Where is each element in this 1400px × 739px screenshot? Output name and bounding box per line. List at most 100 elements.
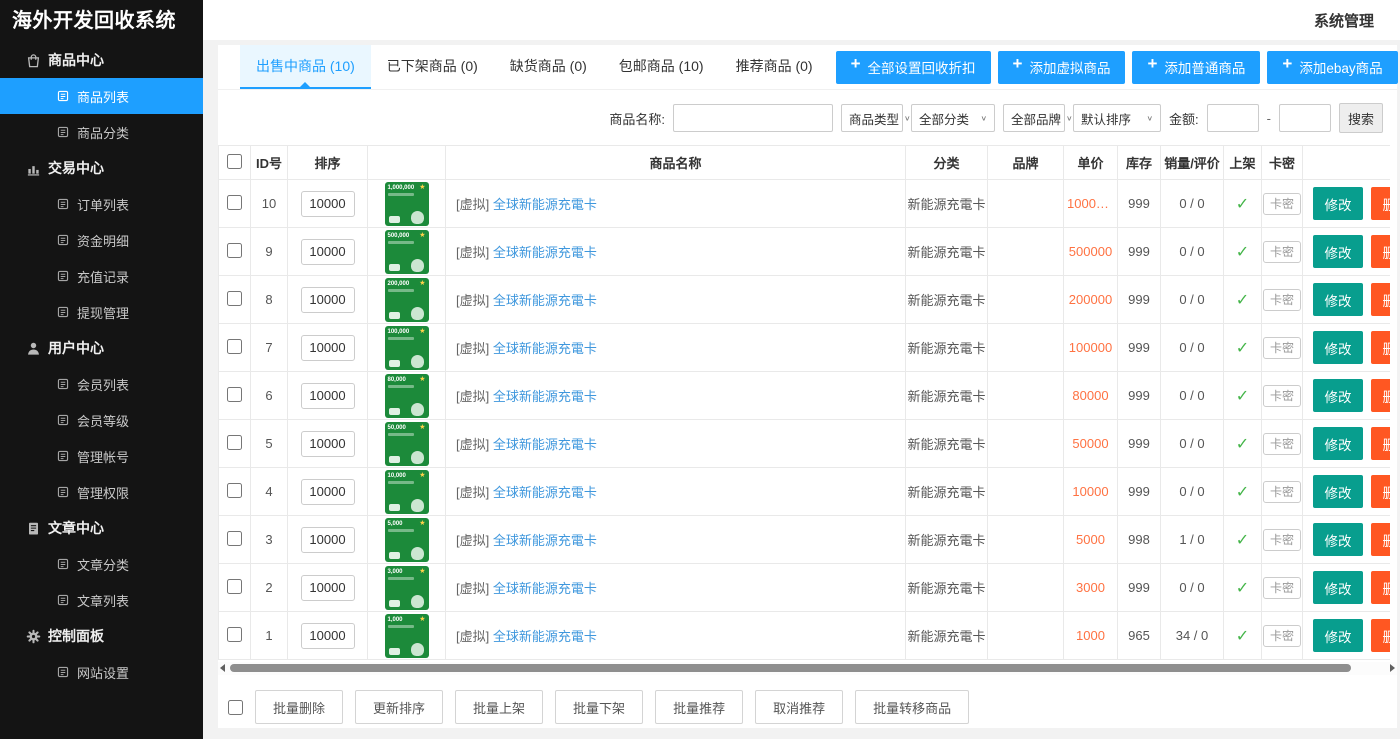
edit-button[interactable]: 修改 [1313, 619, 1363, 652]
brand-select[interactable]: 全部品牌 ∨ [1003, 104, 1065, 132]
action-button[interactable]: +全部设置回收折扣 [836, 51, 991, 84]
edit-button[interactable]: 修改 [1313, 475, 1363, 508]
amount-max-input[interactable] [1279, 104, 1331, 132]
search-button[interactable]: 搜索 [1339, 103, 1383, 133]
delete-button[interactable]: 删除 [1371, 619, 1390, 652]
product-image[interactable]: 100,000 ★ [385, 326, 429, 370]
sidebar-item[interactable]: 管理帐号 [0, 438, 203, 474]
tab[interactable]: 出售中商品 (10) [240, 45, 371, 89]
card-secret-button[interactable]: 卡密 [1263, 385, 1301, 407]
sort-input[interactable] [301, 239, 355, 265]
scroll-right-arrow-icon[interactable] [1390, 664, 1395, 672]
card-secret-button[interactable]: 卡密 [1263, 625, 1301, 647]
sidebar-item[interactable]: 文章分类 [0, 546, 203, 582]
batch-button[interactable]: 批量推荐 [655, 690, 743, 724]
action-button[interactable]: +添加虚拟商品 [998, 51, 1126, 84]
sidebar-item[interactable]: 充值记录 [0, 258, 203, 294]
edit-button[interactable]: 修改 [1313, 523, 1363, 556]
sidebar-item[interactable]: 提现管理 [0, 294, 203, 330]
row-checkbox[interactable] [227, 435, 242, 450]
sidebar-section[interactable]: 文章中心 [0, 510, 203, 546]
product-link[interactable]: 全球新能源充電卡 [493, 293, 597, 308]
batch-button[interactable]: 批量删除 [255, 690, 343, 724]
product-link[interactable]: 全球新能源充電卡 [493, 581, 597, 596]
edit-button[interactable]: 修改 [1313, 235, 1363, 268]
batch-button[interactable]: 批量下架 [555, 690, 643, 724]
tab[interactable]: 已下架商品 (0) [371, 45, 494, 89]
sidebar-item[interactable]: 商品分类 [0, 114, 203, 150]
product-image[interactable]: 200,000 ★ [385, 278, 429, 322]
product-name-input[interactable] [673, 104, 833, 132]
row-checkbox[interactable] [227, 579, 242, 594]
sort-input[interactable] [301, 623, 355, 649]
product-link[interactable]: 全球新能源充電卡 [493, 197, 597, 212]
product-link[interactable]: 全球新能源充電卡 [493, 437, 597, 452]
product-image[interactable]: 50,000 ★ [385, 422, 429, 466]
product-type-select[interactable]: 商品类型 ∨ [841, 104, 903, 132]
edit-button[interactable]: 修改 [1313, 187, 1363, 220]
row-checkbox[interactable] [227, 339, 242, 354]
sidebar-item[interactable]: 会员列表 [0, 366, 203, 402]
tab[interactable]: 包邮商品 (10) [603, 45, 720, 89]
batch-button[interactable]: 批量上架 [455, 690, 543, 724]
row-checkbox[interactable] [227, 531, 242, 546]
sort-input[interactable] [301, 431, 355, 457]
product-image[interactable]: 1,000,000 ★ [385, 182, 429, 226]
product-image[interactable]: 10,000 ★ [385, 470, 429, 514]
edit-button[interactable]: 修改 [1313, 331, 1363, 364]
sidebar-section[interactable]: 商品中心 [0, 42, 203, 78]
sidebar-section[interactable]: 用户中心 [0, 330, 203, 366]
sidebar-section[interactable]: 控制面板 [0, 618, 203, 654]
sort-input[interactable] [301, 479, 355, 505]
card-secret-button[interactable]: 卡密 [1263, 289, 1301, 311]
product-image[interactable]: 80,000 ★ [385, 374, 429, 418]
edit-button[interactable]: 修改 [1313, 571, 1363, 604]
edit-button[interactable]: 修改 [1313, 283, 1363, 316]
sidebar-item[interactable]: 网站设置 [0, 654, 203, 690]
row-checkbox[interactable] [227, 387, 242, 402]
sort-input[interactable] [301, 383, 355, 409]
delete-button[interactable]: 删除 [1371, 331, 1390, 364]
action-button[interactable]: +添加普通商品 [1132, 51, 1260, 84]
card-secret-button[interactable]: 卡密 [1263, 193, 1301, 215]
edit-button[interactable]: 修改 [1313, 427, 1363, 460]
product-link[interactable]: 全球新能源充電卡 [493, 341, 597, 356]
product-image[interactable]: 5,000 ★ [385, 518, 429, 562]
sidebar-item[interactable]: 管理权限 [0, 474, 203, 510]
row-checkbox[interactable] [227, 483, 242, 498]
row-checkbox[interactable] [227, 195, 242, 210]
batch-button[interactable]: 批量转移商品 [855, 690, 969, 724]
sort-input[interactable] [301, 191, 355, 217]
delete-button[interactable]: 删除 [1371, 571, 1390, 604]
scroll-left-arrow-icon[interactable] [220, 664, 225, 672]
product-image[interactable]: 500,000 ★ [385, 230, 429, 274]
batch-select-all-checkbox[interactable] [228, 700, 243, 715]
system-management-menu[interactable]: 系统管理 [1314, 10, 1374, 31]
delete-button[interactable]: 删除 [1371, 187, 1390, 220]
category-select[interactable]: 全部分类 ∨ [911, 104, 995, 132]
row-checkbox[interactable] [227, 291, 242, 306]
delete-button[interactable]: 删除 [1371, 427, 1390, 460]
sort-input[interactable] [301, 527, 355, 553]
product-link[interactable]: 全球新能源充電卡 [493, 629, 597, 644]
sort-input[interactable] [301, 335, 355, 361]
sidebar-item[interactable]: 资金明细 [0, 222, 203, 258]
product-link[interactable]: 全球新能源充電卡 [493, 485, 597, 500]
product-link[interactable]: 全球新能源充電卡 [493, 245, 597, 260]
sort-input[interactable] [301, 287, 355, 313]
row-checkbox[interactable] [227, 243, 242, 258]
amount-min-input[interactable] [1207, 104, 1259, 132]
product-link[interactable]: 全球新能源充電卡 [493, 533, 597, 548]
card-secret-button[interactable]: 卡密 [1263, 337, 1301, 359]
card-secret-button[interactable]: 卡密 [1263, 241, 1301, 263]
delete-button[interactable]: 删除 [1371, 379, 1390, 412]
scrollbar-thumb[interactable] [230, 664, 1351, 672]
sort-input[interactable] [301, 575, 355, 601]
batch-button[interactable]: 更新排序 [355, 690, 443, 724]
action-button[interactable]: +添加ebay商品 [1267, 51, 1397, 84]
select-all-checkbox[interactable] [227, 154, 242, 169]
tab[interactable]: 推荐商品 (0) [720, 45, 829, 89]
product-image[interactable]: 3,000 ★ [385, 566, 429, 610]
product-image[interactable]: 1,000 ★ [385, 614, 429, 658]
sidebar-section[interactable]: 交易中心 [0, 150, 203, 186]
